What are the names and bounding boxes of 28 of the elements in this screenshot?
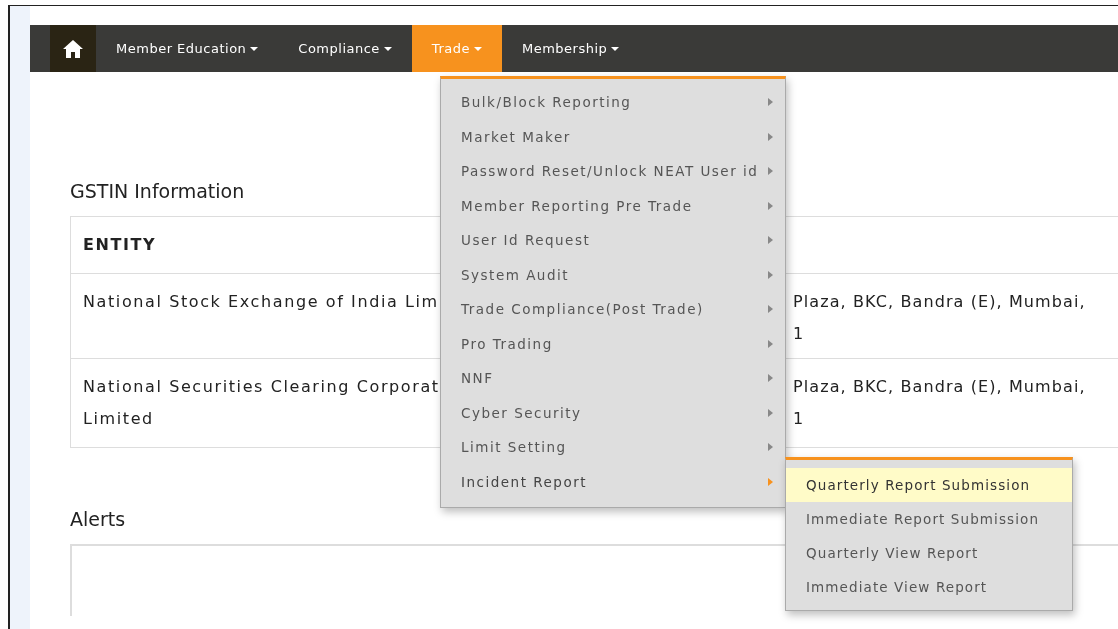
menu-item[interactable]: NNF <box>441 361 785 396</box>
menu-item[interactable]: Market Maker <box>441 119 785 154</box>
menu-item[interactable]: Password Reset/Unlock NEAT User id <box>441 154 785 189</box>
menu-item[interactable]: Incident Report <box>441 464 785 499</box>
nav-menu-item[interactable]: Member Education <box>96 25 279 72</box>
menu-item[interactable]: Quarterly Report Submission <box>786 468 1072 502</box>
menu-item[interactable]: User Id Request <box>441 223 785 258</box>
nav-menu-item[interactable]: Membership <box>501 25 640 72</box>
menu-item[interactable]: Member Reporting Pre Trade <box>441 188 785 223</box>
menu-item[interactable]: Immediate Report Submission <box>786 502 1072 536</box>
menu-item[interactable]: Limit Setting <box>441 430 785 465</box>
section-title: GSTIN Information <box>70 180 245 202</box>
table-cell-text: Plaza, BKC, Bandra (E), Mumbai, <box>793 291 1086 313</box>
menu-item[interactable]: Quarterly View Report <box>786 536 1072 570</box>
menu-item[interactable]: Bulk/Block Reporting <box>441 85 785 120</box>
table-cell-text: 1 <box>793 408 805 430</box>
table-cell-text: 1 <box>793 323 805 345</box>
menu-item[interactable]: Pro Trading <box>441 326 785 361</box>
column-header: ENTITY <box>83 234 157 256</box>
menu-item[interactable]: System Audit <box>441 257 785 292</box>
table-cell-text: Plaza, BKC, Bandra (E), Mumbai, <box>793 376 1086 398</box>
section-title: Alerts <box>70 508 126 530</box>
menu-item[interactable]: Trade Compliance(Post Trade) <box>441 292 785 327</box>
nav-menu-item[interactable]: Compliance <box>278 25 412 72</box>
menu-item[interactable]: Cyber Security <box>441 395 785 430</box>
menu-item[interactable]: Immediate View Report <box>786 570 1072 604</box>
table-cell-text: National Stock Exchange of India Lim <box>83 291 439 313</box>
table-cell-text: National Securities Clearing Corporat Limited <box>83 376 440 430</box>
